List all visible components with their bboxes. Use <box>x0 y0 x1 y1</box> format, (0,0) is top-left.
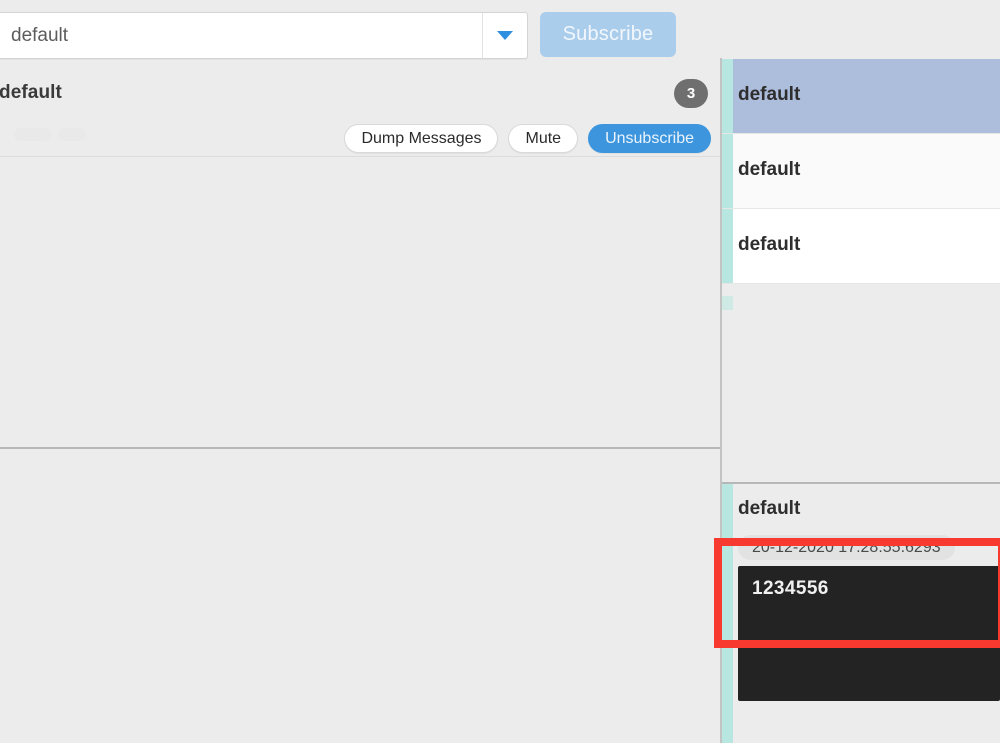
ghost-pill-a <box>14 128 52 141</box>
message-payload-text: 1234556 <box>752 578 829 599</box>
right-column: default default default default 20-12-20… <box>720 0 1000 743</box>
app-window: Subscribe default 3 Dump Messages Mute U… <box>0 0 1000 743</box>
message-count-badge: 3 <box>674 79 708 108</box>
mute-button[interactable]: Mute <box>508 124 579 153</box>
ghost-pill-b <box>58 128 86 141</box>
row-accent-bar <box>722 209 733 283</box>
topic-list: default default default <box>722 59 1000 284</box>
detail-title: default <box>738 498 801 519</box>
chevron-down-icon[interactable] <box>483 13 527 58</box>
message-timestamp: 20-12-2020 17:28:55.6293 <box>738 535 955 560</box>
list-item[interactable]: default <box>722 59 1000 134</box>
detail-accent-bar <box>722 484 733 743</box>
topic-combobox[interactable] <box>0 12 528 59</box>
messages-pane <box>0 157 720 447</box>
message-detail-panel: default 20-12-2020 17:28:55.6293 1234556 <box>722 484 1000 743</box>
list-item-label: default <box>738 159 801 180</box>
accent-bar-stub <box>722 296 733 310</box>
message-entry: 20-12-2020 17:28:55.6293 1234556 <box>738 535 1000 701</box>
row-accent-bar <box>722 134 733 208</box>
chevron-down-glyph <box>497 31 513 40</box>
left-column: Subscribe default 3 Dump Messages Mute U… <box>0 0 720 743</box>
subscribe-toolbar: Subscribe <box>0 12 688 59</box>
topic-list-empty-area <box>722 296 1000 483</box>
topics-collector-body <box>0 497 720 743</box>
row-accent-bar <box>722 59 733 133</box>
list-item[interactable]: default <box>722 134 1000 209</box>
list-item-label: default <box>738 84 801 105</box>
dump-messages-button[interactable]: Dump Messages <box>344 124 499 153</box>
unsubscribe-button[interactable]: Unsubscribe <box>588 124 711 153</box>
message-payload-block[interactable]: 1234556 <box>738 566 1000 701</box>
ghost-controls <box>14 128 92 145</box>
subscription-title: default <box>0 82 62 103</box>
list-item-label: default <box>738 234 801 255</box>
topic-input[interactable] <box>0 13 482 58</box>
subscribe-button[interactable]: Subscribe <box>540 12 676 57</box>
list-item[interactable]: default <box>722 209 1000 284</box>
subscription-actions: Dump Messages Mute Unsubscribe <box>344 124 711 153</box>
topics-collector-bar: Topics Collector (0) Scan Stop <box>0 449 720 497</box>
